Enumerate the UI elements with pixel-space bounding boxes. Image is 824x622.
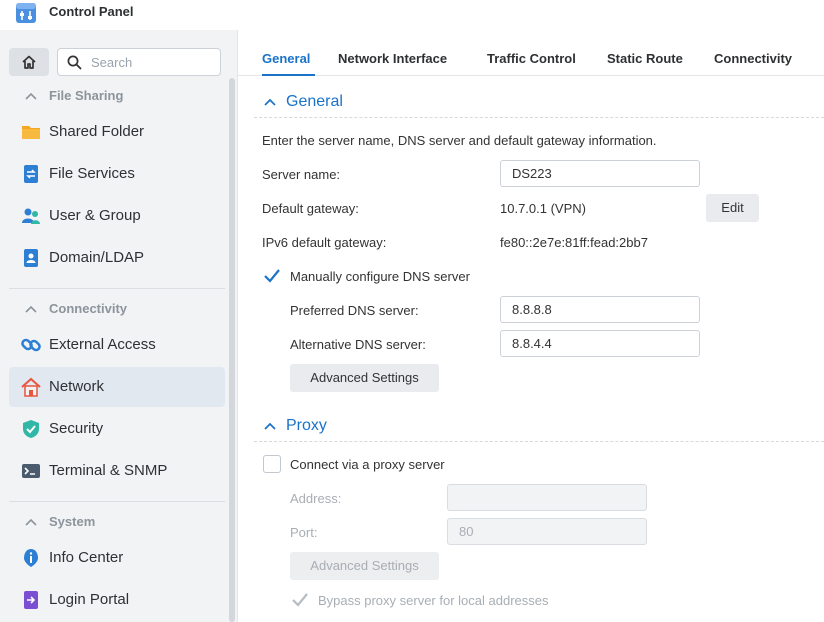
sidebar-item-network[interactable]: Network [9,367,225,407]
section-header-file-sharing[interactable]: File Sharing [0,82,226,110]
domain-icon [24,249,38,267]
sidebar-item-label: Security [49,420,104,437]
title-bar: Control Panel [0,0,824,30]
sidebar-scrollbar[interactable] [229,78,235,622]
chevron-up-icon [264,422,276,430]
tab-bar: General Network Interface Traffic Contro… [238,30,824,76]
preferred-dns-label: Preferred DNS server: [290,303,419,318]
tab-static-route[interactable]: Static Route [607,51,683,66]
dns-advanced-settings-button[interactable]: Advanced Settings [290,364,439,392]
proxy-port-input[interactable]: 80 [447,518,647,545]
sidebar-item-info-center[interactable]: Info Center [9,538,225,578]
sidebar-item-security[interactable]: Security [9,409,225,449]
proxy-label: Connect via a proxy server [290,457,445,472]
section-title: System [49,514,96,529]
proxy-checkbox[interactable] [263,455,281,473]
bypass-proxy-checkbox[interactable] [291,591,309,609]
tab-network-interface[interactable]: Network Interface [338,51,447,66]
sidebar-item-label: Shared Folder [49,123,145,140]
login-portal-icon [24,591,38,609]
section-title: File Sharing [49,88,124,103]
manual-dns-checkbox[interactable] [263,267,281,285]
gateway-value: 10.7.0.1 (VPN) [500,201,586,216]
house-icon [21,377,41,397]
chevron-up-icon [264,98,276,106]
general-description: Enter the server name, DNS server and de… [262,133,657,148]
file-services-icon [24,165,38,183]
edit-gateway-button[interactable]: Edit [706,194,759,222]
section-title: Proxy [286,417,327,434]
section-header-connectivity[interactable]: Connectivity [0,295,226,323]
chevron-up-icon [25,518,37,526]
main-panel: General Network Interface Traffic Contro… [238,30,824,622]
sidebar-item-login-portal[interactable]: Login Portal [9,580,225,620]
active-tab-indicator [262,74,315,76]
shield-icon [23,420,39,438]
ipv6-gateway-label: IPv6 default gateway: [262,235,387,250]
checkmark-icon [292,593,308,607]
sidebar-item-label: Domain/LDAP [49,249,145,266]
sidebar: File Sharing Shared Folder File Services… [0,30,238,622]
sidebar-item-file-services[interactable]: File Services [9,154,225,194]
sidebar-item-label: Login Portal [49,591,130,608]
home-icon [22,55,36,69]
sidebar-item-label: User & Group [49,207,141,224]
sidebar-item-external-access[interactable]: External Access [9,325,225,365]
chevron-up-icon [25,305,37,313]
divider [9,501,225,502]
proxy-port-label: Port: [290,525,318,540]
sidebar-item-user-group[interactable]: User & Group [9,196,225,236]
window-title: Control Panel [49,4,134,19]
bypass-proxy-label: Bypass proxy server for local addresses [318,593,549,608]
server-name-input[interactable]: DS223 [500,160,700,187]
search-icon [67,55,82,70]
server-name-label: Server name: [262,167,341,182]
sidebar-item-shared-folder[interactable]: Shared Folder [9,112,225,152]
chevron-up-icon [25,92,37,100]
control-panel-icon [16,3,36,23]
sidebar-item-label: File Services [49,165,135,182]
alternative-dns-label: Alternative DNS server: [290,337,426,352]
alternative-dns-input[interactable]: 8.8.4.4 [500,330,700,357]
sidebar-item-label: Network [49,378,105,395]
section-header-general[interactable]: General [254,88,824,118]
section-title: General [286,93,343,110]
folder-icon [22,126,40,139]
manual-dns-label: Manually configure DNS server [290,269,470,284]
sidebar-item-domain-ldap[interactable]: Domain/LDAP [9,238,225,278]
search-field[interactable] [57,48,221,76]
tab-connectivity[interactable]: Connectivity [714,51,792,66]
proxy-address-label: Address: [290,491,342,506]
tab-general[interactable]: General [262,51,310,66]
section-header-proxy[interactable]: Proxy [254,412,824,442]
tab-traffic-control[interactable]: Traffic Control [487,51,576,66]
section-title: Connectivity [49,301,128,316]
ipv6-gateway-value: fe80::2e7e:81ff:fead:2bb7 [500,235,648,250]
gateway-label: Default gateway: [262,201,359,216]
preferred-dns-input[interactable]: 8.8.8.8 [500,296,700,323]
sidebar-item-label: Terminal & SNMP [49,462,168,479]
home-button[interactable] [9,48,49,76]
section-header-system[interactable]: System [0,508,226,536]
link-icon [21,338,41,352]
info-icon [24,549,38,567]
users-icon [22,208,40,224]
search-input[interactable] [91,53,211,71]
sidebar-item-label: Info Center [49,549,124,566]
proxy-advanced-settings-button[interactable]: Advanced Settings [290,552,439,580]
divider [9,288,225,289]
sidebar-item-label: External Access [49,336,156,353]
proxy-address-input[interactable] [447,484,647,511]
terminal-icon [22,464,40,478]
checkmark-icon [264,269,280,283]
sidebar-item-terminal-snmp[interactable]: Terminal & SNMP [9,451,225,491]
